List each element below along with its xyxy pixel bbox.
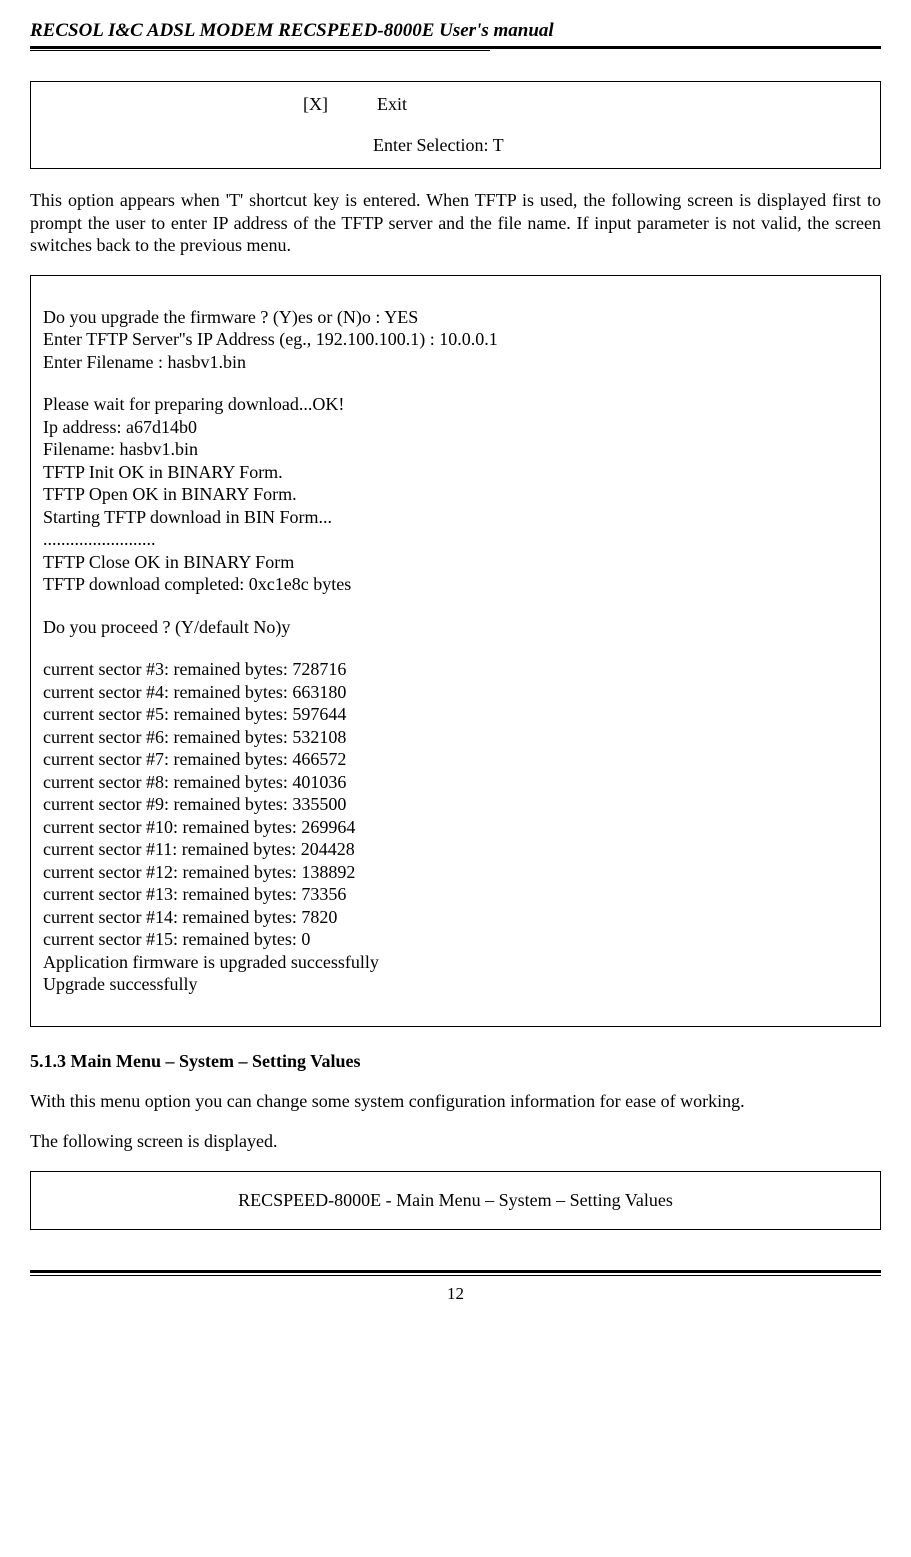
header-divider-thick <box>30 46 881 49</box>
terminal-line: TFTP Open OK in BINARY Form. <box>43 483 868 506</box>
terminal-line: current sector #15: remained bytes: 0 <box>43 928 868 951</box>
section-paragraph-2: The following screen is displayed. <box>30 1130 881 1153</box>
terminal-line: Enter TFTP Server''s IP Address (eg., 19… <box>43 328 868 351</box>
terminal-line: current sector #11: remained bytes: 2044… <box>43 838 868 861</box>
menu-exit-line: [X] Exit <box>303 94 868 115</box>
terminal-line: current sector #14: remained bytes: 7820 <box>43 906 868 929</box>
footer-divider-thick <box>30 1270 881 1273</box>
terminal-line: ......................... <box>43 528 868 551</box>
terminal-line: current sector #3: remained bytes: 72871… <box>43 658 868 681</box>
terminal-line: Application firmware is upgraded success… <box>43 951 868 974</box>
terminal-line: TFTP Close OK in BINARY Form <box>43 551 868 574</box>
terminal-line: Please wait for preparing download...OK! <box>43 393 868 416</box>
setting-values-title: RECSPEED-8000E - Main Menu – System – Se… <box>43 1190 868 1211</box>
terminal-line: current sector #10: remained bytes: 2699… <box>43 816 868 839</box>
menu-enter-selection: Enter Selection: T <box>373 135 868 156</box>
document-header-title: RECSOL I&C ADSL MODEM RECSPEED-8000E Use… <box>30 20 881 42</box>
terminal-line: TFTP download completed: 0xc1e8c bytes <box>43 573 868 596</box>
footer-divider-thin <box>30 1275 881 1276</box>
terminal-line: Enter Filename : hasbv1.bin <box>43 351 868 374</box>
terminal-line: Upgrade successfully <box>43 973 868 996</box>
page-number: 12 <box>30 1284 881 1304</box>
header-divider-thin <box>30 50 490 51</box>
section-paragraph-1: With this menu option you can change som… <box>30 1090 881 1113</box>
terminal-line: current sector #8: remained bytes: 40103… <box>43 771 868 794</box>
setting-values-title-box: RECSPEED-8000E - Main Menu – System – Se… <box>30 1171 881 1230</box>
description-paragraph-1: This option appears when 'T' shortcut ke… <box>30 189 881 257</box>
terminal-line: Starting TFTP download in BIN Form... <box>43 506 868 529</box>
terminal-line: Do you upgrade the firmware ? (Y)es or (… <box>43 306 868 329</box>
terminal-line: Do you proceed ? (Y/default No)y <box>43 616 868 639</box>
terminal-line: TFTP Init OK in BINARY Form. <box>43 461 868 484</box>
menu-box: [X] Exit Enter Selection: T <box>30 81 881 169</box>
terminal-line: current sector #13: remained bytes: 7335… <box>43 883 868 906</box>
terminal-line: Ip address: a67d14b0 <box>43 416 868 439</box>
section-heading-5-1-3: 5.1.3 Main Menu – System – Setting Value… <box>30 1051 881 1072</box>
menu-exit-label: Exit <box>377 94 407 114</box>
terminal-output-box: Do you upgrade the firmware ? (Y)es or (… <box>30 275 881 1027</box>
terminal-line: current sector #6: remained bytes: 53210… <box>43 726 868 749</box>
menu-exit-key: [X] <box>303 94 328 114</box>
terminal-line: current sector #7: remained bytes: 46657… <box>43 748 868 771</box>
terminal-line: current sector #5: remained bytes: 59764… <box>43 703 868 726</box>
terminal-line: current sector #9: remained bytes: 33550… <box>43 793 868 816</box>
terminal-line: current sector #12: remained bytes: 1388… <box>43 861 868 884</box>
terminal-line: current sector #4: remained bytes: 66318… <box>43 681 868 704</box>
terminal-line: Filename: hasbv1.bin <box>43 438 868 461</box>
